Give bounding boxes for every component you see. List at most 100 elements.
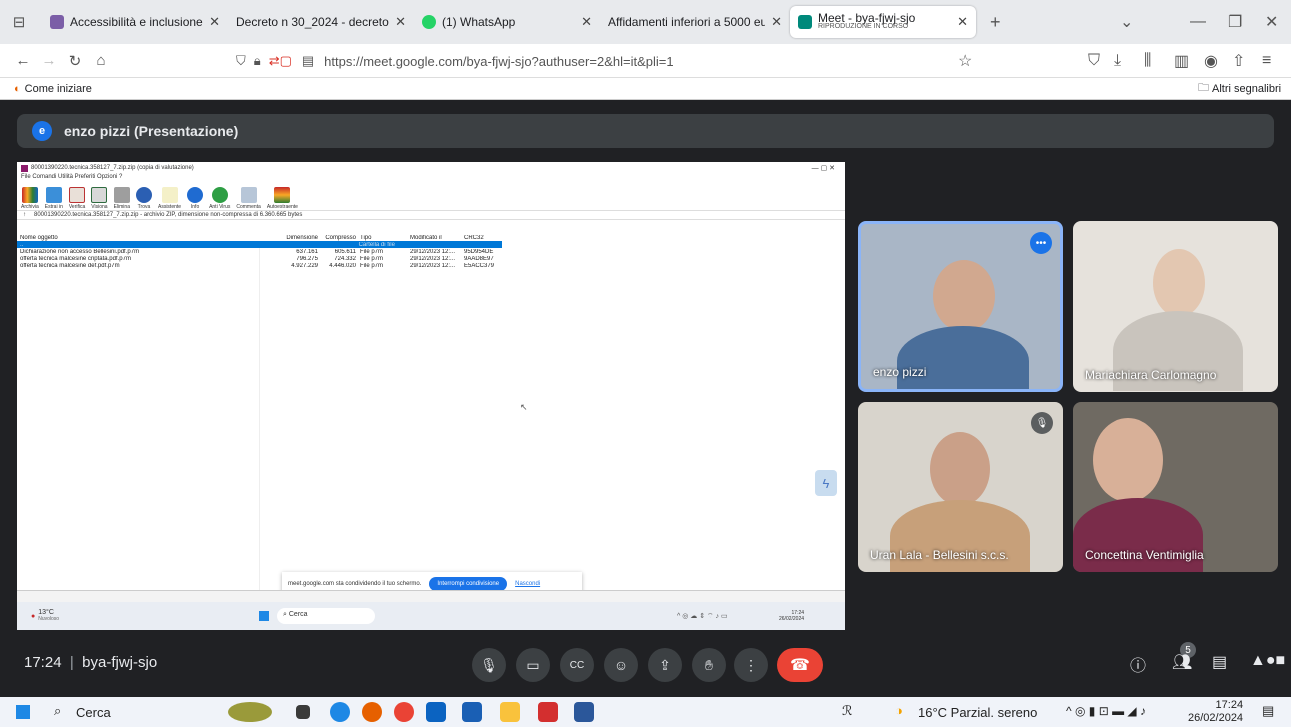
tool-antivirus[interactable]: Anti Virus xyxy=(209,187,230,210)
taskbar-weather[interactable]: 16°C Parzial. sereno xyxy=(918,705,1037,720)
reload-icon[interactable]: ↻ xyxy=(62,52,88,70)
taskbar-search[interactable]: Cerca xyxy=(76,705,111,720)
close-tab-icon[interactable]: ✕ xyxy=(581,14,592,30)
app-l-icon[interactable] xyxy=(462,702,482,722)
tool-archivia[interactable]: Archivia xyxy=(21,187,39,210)
chat-icon[interactable]: ▤ xyxy=(1212,652,1227,672)
edge-icon[interactable] xyxy=(330,702,350,722)
column-header[interactable]: Modificato il xyxy=(406,235,464,241)
archive-menu-bar[interactable]: File Comandi Utilità Preferiti Opzioni ? xyxy=(17,174,845,182)
chrome-icon[interactable] xyxy=(394,702,414,722)
participant-tile-mariachiara[interactable]: Mariachiara Carlomagno xyxy=(1073,221,1278,392)
raise-hand-button[interactable]: ✋︎ xyxy=(692,648,726,682)
taskbar-time[interactable]: 17:24 xyxy=(1188,699,1244,712)
window-controls[interactable]: — ▢ ✕ xyxy=(812,164,835,172)
stop-sharing-button[interactable]: Interrompi condivisione xyxy=(429,577,508,591)
column-header[interactable]: Tipo xyxy=(356,235,406,241)
menu-icon[interactable]: ≡ xyxy=(1262,52,1271,70)
present-button[interactable]: ⇪ xyxy=(648,648,682,682)
home-icon[interactable]: ⌂ xyxy=(88,52,114,69)
chevron-down-icon[interactable]: ⌄ xyxy=(1120,12,1133,32)
extensions-icon[interactable]: ⇧ xyxy=(1232,51,1245,71)
close-tab-icon[interactable]: ✕ xyxy=(771,14,782,30)
table-row[interactable]: offerta tecnica malcesine def.pdf.p7m 4.… xyxy=(17,262,845,269)
camera-button[interactable]: ▭ xyxy=(516,648,550,682)
tool-info[interactable]: Info xyxy=(187,187,204,210)
leave-call-button[interactable]: ☎︎ xyxy=(777,648,823,682)
library-icon[interactable]: ⫼ xyxy=(1144,52,1151,70)
meeting-details-icon[interactable]: ⓘ xyxy=(1130,652,1146,676)
task-view-icon[interactable] xyxy=(296,705,310,719)
tool-commenta[interactable]: Commenta xyxy=(236,187,261,210)
account-icon[interactable]: ◉ xyxy=(1204,51,1218,71)
reactions-button[interactable]: ☺ xyxy=(604,648,638,682)
close-tab-icon[interactable]: ✕ xyxy=(957,14,968,30)
tab-list-icon[interactable]: ⊟ xyxy=(6,13,32,31)
file-explorer-icon[interactable] xyxy=(500,702,520,722)
tab-accessibilita[interactable]: Accessibilità e inclusione: il Dec ✕ xyxy=(42,6,228,38)
mail-icon[interactable] xyxy=(426,702,446,722)
tool-elimina[interactable]: Elimina xyxy=(114,187,130,210)
participant-tile-uran-lala[interactable]: 🎙︎ Uran Lala - Bellesini s.c.s. xyxy=(858,402,1063,572)
participant-tile-concettina[interactable]: Concettina Ventimiglia xyxy=(1073,402,1278,572)
tab-meet[interactable]: Meet - bya-fjwj-sjo RIPRODUZIONE IN CORS… xyxy=(790,6,976,38)
reader-icon[interactable]: ▤ xyxy=(302,53,314,69)
address-bar[interactable]: ⛉ 🔒︎ ⇄▢ ▤ https://meet.google.com/bya-fj… xyxy=(236,48,981,74)
participant-tile-enzo-pizzi[interactable]: ••• enzo pizzi xyxy=(858,221,1063,392)
olives-widget-icon[interactable] xyxy=(228,702,272,722)
more-options-button[interactable]: ⋮ xyxy=(734,648,768,682)
column-header[interactable]: Nome oggetto xyxy=(17,235,260,241)
microphone-button[interactable]: 🎙︎ xyxy=(472,648,506,682)
bookmark-altri-segnalibri[interactable]: Altri segnalibri xyxy=(1212,83,1281,95)
shield-icon[interactable]: ⛉ xyxy=(236,53,246,69)
close-window-icon[interactable]: ✕ xyxy=(1265,12,1278,32)
notifications-icon[interactable]: ▤ xyxy=(1262,703,1274,719)
windows-start-icon[interactable] xyxy=(259,611,269,621)
more-options-icon[interactable]: ••• xyxy=(1030,232,1052,254)
tool-assistente[interactable]: Assistente xyxy=(158,187,181,210)
column-header[interactable]: CRC32 xyxy=(464,235,504,241)
lock-icon[interactable]: 🔒︎ xyxy=(254,53,261,69)
pocket-icon[interactable]: ⛉ xyxy=(1088,52,1100,70)
activities-icon[interactable]: ▲●■ xyxy=(1250,652,1285,670)
close-tab-icon[interactable]: ✕ xyxy=(395,14,406,30)
keyboard-icon[interactable]: ℛ xyxy=(842,703,852,719)
captions-button[interactable]: CC xyxy=(560,648,594,682)
tool-verifica[interactable]: Verifica xyxy=(69,187,85,210)
tool-estrai[interactable]: Estrai in xyxy=(45,187,63,210)
bookmark-star-icon[interactable]: ☆ xyxy=(958,51,972,71)
table-row[interactable]: Dichiarazione non accesso Bellesini.pdf.… xyxy=(17,248,845,255)
tool-autoestraente[interactable]: Autoestraente xyxy=(267,187,298,210)
forward-icon[interactable]: → xyxy=(36,52,62,69)
restore-icon[interactable]: ❐ xyxy=(1228,12,1242,32)
table-row[interactable]: .. Cartella di file xyxy=(17,241,502,248)
people-icon[interactable]: 👥︎ xyxy=(1172,652,1192,672)
sidebar-icon[interactable]: ▥ xyxy=(1174,51,1189,71)
up-arrow-icon[interactable]: ↑ xyxy=(23,212,26,218)
table-row[interactable]: offerta tecnica malcesine criptata.pdf.p… xyxy=(17,255,845,262)
bookmark-come-iniziare[interactable]: Come iniziare xyxy=(25,83,92,95)
tab-affidamenti[interactable]: Affidamenti inferiori a 5000 euro e ✕ xyxy=(600,6,790,38)
back-icon[interactable]: ← xyxy=(10,52,36,69)
windows-start-icon[interactable] xyxy=(16,705,30,719)
tab-whatsapp[interactable]: (1) WhatsApp ✕ xyxy=(414,6,600,38)
firefox-taskbar-icon[interactable] xyxy=(362,702,382,722)
inner-search-box[interactable]: ⌕ Cerca xyxy=(277,608,375,624)
taskbar-date[interactable]: 26/02/2024 xyxy=(1188,712,1243,725)
word-icon[interactable] xyxy=(574,702,594,722)
system-tray-icons[interactable]: ^ ◎ ▮ ⊡ ▬ ◢ ♪ xyxy=(1066,704,1146,718)
hide-banner-link[interactable]: Nascondi xyxy=(515,581,540,587)
tab-decreto[interactable]: Decreto n 30_2024 - decreton30202 ✕ xyxy=(228,6,414,38)
search-icon[interactable]: ⌕ xyxy=(54,703,61,719)
minimize-icon[interactable]: — xyxy=(1190,13,1206,31)
acrobat-icon[interactable] xyxy=(538,702,558,722)
download-icon[interactable]: ⤓ xyxy=(1114,52,1121,70)
permissions-icon[interactable]: ⇄▢ xyxy=(269,53,292,69)
close-tab-icon[interactable]: ✕ xyxy=(209,14,220,30)
tool-visiona[interactable]: Visiona xyxy=(91,187,108,210)
companion-button[interactable]: ϟ xyxy=(815,470,837,496)
new-tab-button[interactable]: + xyxy=(990,12,1001,33)
column-header[interactable]: Compresso xyxy=(318,235,356,241)
column-header[interactable]: Dimensione xyxy=(260,235,318,241)
tool-trova[interactable]: Trova xyxy=(135,187,152,210)
